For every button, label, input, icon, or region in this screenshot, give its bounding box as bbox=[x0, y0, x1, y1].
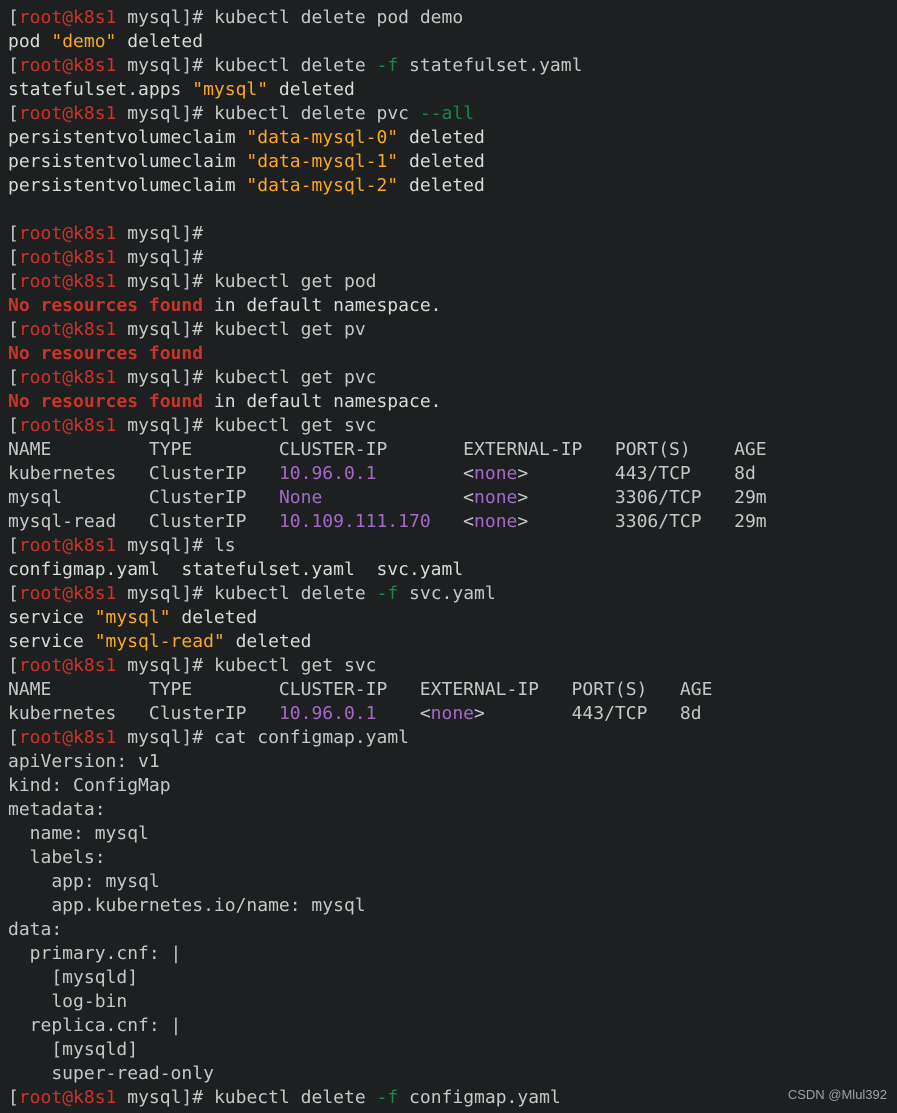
ls-output: configmap.yaml statefulset.yaml svc.yaml bbox=[8, 559, 463, 580]
cluster-ip: 10.96.0.1 bbox=[279, 703, 387, 724]
configmap-yaml-line: data: bbox=[8, 919, 62, 940]
configmap-yaml-line: name: mysql bbox=[8, 823, 149, 844]
prompt-line: [root@k8s1 mysql]# kubectl delete pvc --… bbox=[8, 103, 474, 124]
cli-flag: -f bbox=[377, 55, 399, 76]
prompt-line: [root@k8s1 mysql]# kubectl get svc bbox=[8, 655, 377, 676]
output-line: statefulset.apps "mysql" deleted bbox=[8, 79, 355, 100]
configmap-yaml-line: app: mysql bbox=[8, 871, 160, 892]
configmap-yaml-line: app.kubernetes.io/name: mysql bbox=[8, 895, 366, 916]
prompt-line: [root@k8s1 mysql]# kubectl get svc bbox=[8, 415, 377, 436]
user-host: root@k8s1 bbox=[19, 7, 117, 28]
prompt-line: [root@k8s1 mysql]# bbox=[8, 223, 203, 244]
configmap-yaml-line: apiVersion: v1 bbox=[8, 751, 160, 772]
prompt-line: [root@k8s1 mysql]# ls bbox=[8, 535, 236, 556]
svc-table-header: NAME TYPE CLUSTER-IP EXTERNAL-IP PORT(S)… bbox=[8, 679, 712, 700]
prompt-line: [root@k8s1 mysql]# kubectl get pvc bbox=[8, 367, 377, 388]
configmap-yaml-line: log-bin bbox=[8, 991, 127, 1012]
bracket-open: [ bbox=[8, 7, 19, 28]
no-resources-line: No resources found in default namespace. bbox=[8, 391, 442, 412]
svc-table-header: NAME TYPE CLUSTER-IP EXTERNAL-IP PORT(S)… bbox=[8, 439, 767, 460]
cluster-ip: None bbox=[279, 487, 431, 508]
svc-table-row: mysql ClusterIP None <none> 3306/TCP 29m bbox=[8, 487, 767, 508]
prompt-line: [root@k8s1 mysql]# kubectl delete -f con… bbox=[8, 1087, 561, 1108]
output-line: persistentvolumeclaim "data-mysql-2" del… bbox=[8, 175, 485, 196]
path: mysql bbox=[116, 7, 181, 28]
configmap-yaml-line: super-read-only bbox=[8, 1063, 214, 1084]
output-line: pod "demo" deleted bbox=[8, 31, 203, 52]
configmap-yaml-line: kind: ConfigMap bbox=[8, 775, 171, 796]
output-line: service "mysql" deleted bbox=[8, 607, 257, 628]
command-text: kubectl delete pod demo bbox=[203, 7, 463, 28]
quoted-string: "demo" bbox=[51, 31, 116, 52]
none-value: none bbox=[431, 703, 474, 724]
configmap-yaml-line: primary.cnf: | bbox=[8, 943, 181, 964]
prompt-line: [root@k8s1 mysql]# kubectl delete -f svc… bbox=[8, 583, 496, 604]
svc-table-row: mysql-read ClusterIP 10.109.111.170 <non… bbox=[8, 511, 767, 532]
svc-table-row: kubernetes ClusterIP 10.96.0.1 <none> 44… bbox=[8, 463, 756, 484]
prompt-end: # bbox=[192, 7, 203, 28]
none-value: none bbox=[474, 463, 517, 484]
prompt-line: [root@k8s1 mysql]# bbox=[8, 247, 203, 268]
svc-table-row: kubernetes ClusterIP 10.96.0.1 <none> 44… bbox=[8, 703, 702, 724]
prompt-line: [root@k8s1 mysql]# kubectl get pv bbox=[8, 319, 366, 340]
watermark-text: CSDN @Mlul392 bbox=[788, 1083, 887, 1107]
cluster-ip: 10.96.0.1 bbox=[279, 463, 431, 484]
configmap-yaml-line: [mysqld] bbox=[8, 1039, 138, 1060]
none-value: none bbox=[474, 511, 517, 532]
prompt-line: [root@k8s1 mysql]# kubectl get pod bbox=[8, 271, 377, 292]
no-resources-line: No resources found in default namespace. bbox=[8, 295, 442, 316]
cluster-ip: 10.109.111.170 bbox=[279, 511, 431, 532]
none-value: none bbox=[474, 487, 517, 508]
bracket-close: ] bbox=[181, 7, 192, 28]
prompt-line: [root@k8s1 mysql]# kubectl delete -f sta… bbox=[8, 55, 582, 76]
configmap-yaml-line: [mysqld] bbox=[8, 967, 138, 988]
cli-flag: --all bbox=[420, 103, 474, 124]
configmap-yaml-line: labels: bbox=[8, 847, 106, 868]
prompt-line: [root@k8s1 mysql]# kubectl delete pod de… bbox=[8, 7, 463, 28]
prompt-line: [root@k8s1 mysql]# cat configmap.yaml bbox=[8, 727, 409, 748]
output-line: persistentvolumeclaim "data-mysql-1" del… bbox=[8, 151, 485, 172]
cli-flag: -f bbox=[377, 583, 399, 604]
output-line: service "mysql-read" deleted bbox=[8, 631, 311, 652]
output-line: persistentvolumeclaim "data-mysql-0" del… bbox=[8, 127, 485, 148]
configmap-yaml-line: metadata: bbox=[8, 799, 106, 820]
cli-flag: -f bbox=[377, 1087, 399, 1108]
no-resources-line: No resources found bbox=[8, 343, 203, 364]
configmap-yaml-line: replica.cnf: | bbox=[8, 1015, 181, 1036]
terminal-output[interactable]: [root@k8s1 mysql]# kubectl delete pod de… bbox=[0, 0, 897, 1110]
